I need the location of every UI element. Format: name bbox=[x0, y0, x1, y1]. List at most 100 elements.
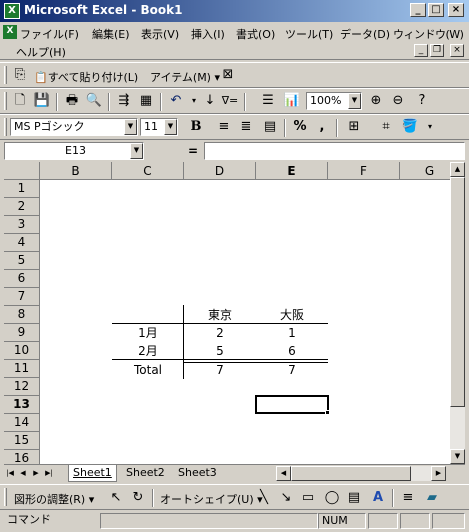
equals-button[interactable]: = bbox=[188, 144, 198, 158]
column-header-f[interactable]: F bbox=[328, 162, 400, 180]
worksheet-grid[interactable]: B C D E F G 1 2 3 4 5 6 7 8 9 10 11 12 1… bbox=[4, 162, 450, 464]
select-all-corner[interactable] bbox=[4, 162, 40, 180]
row-header-10[interactable]: 10 bbox=[4, 342, 40, 360]
horizontal-scroll-thumb[interactable] bbox=[291, 466, 411, 481]
line-icon[interactable]: ╲ bbox=[254, 488, 274, 508]
menu-edit[interactable]: 編集(E) bbox=[92, 26, 130, 42]
bold-button[interactable]: B bbox=[186, 117, 206, 137]
maximize-button[interactable]: □ bbox=[428, 3, 444, 17]
name-box[interactable]: E13 ▼ bbox=[4, 142, 144, 160]
menu-tools[interactable]: ツール(T) bbox=[285, 26, 333, 42]
row-header-15[interactable]: 15 bbox=[4, 432, 40, 450]
row-header-5[interactable]: 5 bbox=[4, 252, 40, 270]
doc-minimize-button[interactable]: _ bbox=[414, 44, 428, 57]
chevron-down-icon[interactable]: ▼ bbox=[124, 119, 137, 135]
autoshapes-menu-button[interactable]: オートシェイプ(U) ▾ bbox=[160, 491, 263, 507]
menu-view[interactable]: 表示(V) bbox=[141, 26, 179, 42]
align-right-icon[interactable]: ≣ bbox=[236, 117, 256, 137]
select-objects-icon[interactable]: ↖ bbox=[106, 488, 126, 508]
comma-button[interactable]: , bbox=[312, 117, 332, 137]
arrow-icon[interactable]: ↘ bbox=[276, 488, 296, 508]
cell-d10[interactable]: 5 bbox=[184, 342, 256, 360]
toolbar-grip[interactable] bbox=[4, 488, 7, 506]
toolbar-grip[interactable] bbox=[4, 92, 7, 110]
formula-input[interactable] bbox=[204, 142, 465, 160]
toolbar-grip[interactable] bbox=[4, 66, 7, 84]
clear-clipboard-icon[interactable]: ⊠ bbox=[218, 65, 238, 85]
merge-cells-icon[interactable]: ▦ bbox=[136, 91, 156, 111]
print-preview-icon[interactable]: 🔍 bbox=[84, 91, 104, 111]
cell-e8[interactable]: 大阪 bbox=[256, 306, 328, 324]
chart-wizard-icon[interactable]: 📊 bbox=[282, 91, 302, 111]
row-header-3[interactable]: 3 bbox=[4, 216, 40, 234]
scroll-right-icon[interactable]: ▶ bbox=[431, 466, 446, 481]
menu-insert[interactable]: 挿入(I) bbox=[191, 26, 225, 42]
menu-data[interactable]: データ(D) bbox=[340, 26, 390, 42]
paste-all-button[interactable]: 📋すべて貼り付け(L) bbox=[34, 69, 138, 85]
row-header-6[interactable]: 6 bbox=[4, 270, 40, 288]
rectangle-icon[interactable]: ▭ bbox=[298, 488, 318, 508]
first-sheet-icon[interactable]: |◀ bbox=[4, 463, 16, 483]
merge-center-icon[interactable]: ▤ bbox=[260, 117, 280, 137]
row-header-4[interactable]: 4 bbox=[4, 234, 40, 252]
menu-file[interactable]: ファイル(F) bbox=[20, 26, 79, 42]
workbook-icon[interactable]: X bbox=[3, 25, 17, 39]
cell-c11[interactable]: Total bbox=[112, 360, 184, 378]
row-header-8[interactable]: 8 bbox=[4, 306, 40, 324]
line-style-icon[interactable]: ≡ bbox=[398, 488, 418, 508]
font-size-select[interactable]: 11 ▼ bbox=[140, 118, 178, 136]
cell-d8[interactable]: 東京 bbox=[184, 306, 256, 324]
cell-e10[interactable]: 6 bbox=[256, 342, 328, 360]
active-cell-e13[interactable] bbox=[255, 395, 329, 414]
3d-style-icon[interactable]: ▰ bbox=[422, 488, 442, 508]
doc-restore-button[interactable]: ❐ bbox=[430, 44, 444, 57]
excel-app-icon[interactable]: X bbox=[4, 3, 20, 19]
oval-icon[interactable]: ◯ bbox=[322, 488, 342, 508]
minimize-button[interactable]: _ bbox=[410, 3, 426, 17]
row-header-9[interactable]: 9 bbox=[4, 324, 40, 342]
format-painter-icon[interactable]: ⇶ bbox=[114, 91, 134, 111]
fill-handle[interactable] bbox=[325, 410, 330, 415]
text-box-icon[interactable]: ▤ bbox=[344, 488, 364, 508]
chevron-down-icon[interactable]: ▼ bbox=[164, 119, 177, 135]
close-button[interactable]: × bbox=[448, 3, 464, 17]
sheet-tab-2[interactable]: Sheet2 bbox=[122, 465, 169, 482]
doc-close-button[interactable]: × bbox=[450, 44, 464, 57]
scroll-up-icon[interactable]: ▲ bbox=[450, 162, 465, 177]
scroll-left-icon[interactable]: ◀ bbox=[276, 466, 291, 481]
print-icon[interactable]: 🖶 bbox=[62, 91, 82, 111]
cell-c10[interactable]: 2月 bbox=[112, 342, 184, 360]
cell-d9[interactable]: 2 bbox=[184, 324, 256, 342]
cell-c9[interactable]: 1月 bbox=[112, 324, 184, 342]
zoom-out-icon[interactable]: ⊖ bbox=[388, 91, 408, 111]
prev-sheet-icon[interactable]: ◀ bbox=[17, 463, 29, 483]
vertical-scrollbar[interactable]: ▲ ▼ bbox=[450, 162, 465, 464]
scroll-down-icon[interactable]: ▼ bbox=[450, 449, 465, 464]
filter-icon[interactable]: ∇= bbox=[220, 91, 240, 111]
menu-help[interactable]: ヘルプ(H) bbox=[16, 44, 66, 60]
items-dropdown[interactable]: アイテム(M) ▾ bbox=[150, 69, 220, 85]
chevron-down-icon[interactable]: ▼ bbox=[130, 143, 143, 159]
row-header-2[interactable]: 2 bbox=[4, 198, 40, 216]
horizontal-scrollbar[interactable]: ◀ ▶ bbox=[276, 466, 446, 481]
borders-icon[interactable]: ⊞ bbox=[344, 117, 364, 137]
new-icon[interactable]: 🗋 bbox=[10, 91, 30, 111]
free-rotate-icon[interactable]: ↻ bbox=[128, 488, 148, 508]
wordart-icon[interactable]: A bbox=[368, 488, 388, 508]
cell-e9[interactable]: 1 bbox=[256, 324, 328, 342]
column-header-b[interactable]: B bbox=[40, 162, 112, 180]
undo-icon[interactable]: ↶ bbox=[166, 91, 186, 111]
row-header-12[interactable]: 12 bbox=[4, 378, 40, 396]
row-header-1[interactable]: 1 bbox=[4, 180, 40, 198]
font-select[interactable]: MS Pゴシック ▼ bbox=[10, 118, 138, 136]
sheet-tab-1[interactable]: Sheet1 bbox=[68, 465, 117, 482]
row-header-13[interactable]: 13 bbox=[4, 396, 40, 414]
row-header-7[interactable]: 7 bbox=[4, 288, 40, 306]
row-header-11[interactable]: 11 bbox=[4, 360, 40, 378]
sort-icon[interactable]: ↓ bbox=[200, 91, 220, 111]
zoom-in-icon[interactable]: ⊕ bbox=[366, 91, 386, 111]
outline-border-icon[interactable]: ⌗ bbox=[376, 117, 396, 137]
copy-icon[interactable]: ⎘ bbox=[10, 65, 30, 85]
row-header-16[interactable]: 16 bbox=[4, 450, 40, 464]
column-header-c[interactable]: C bbox=[112, 162, 184, 180]
